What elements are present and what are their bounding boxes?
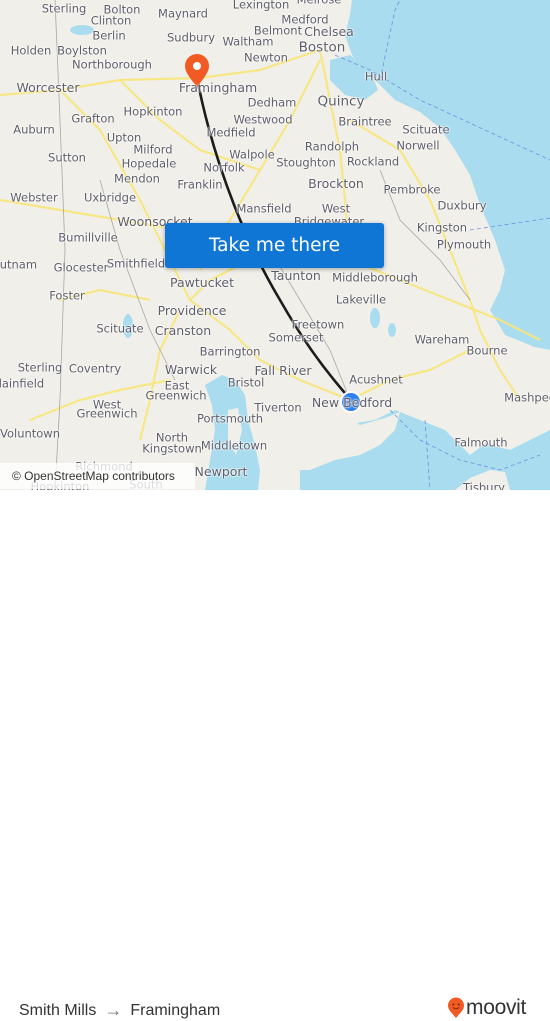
place-label: Medfield: [206, 125, 256, 140]
place-label: Middletown: [200, 438, 268, 453]
place-label: Norfolk: [203, 160, 245, 175]
place-label: Mashpee: [504, 390, 550, 405]
place-label: Franklin: [177, 177, 223, 192]
place-label: Barrington: [199, 344, 261, 359]
moovit-pin-icon: [448, 997, 464, 1018]
route-summary: Smith Mills → Framingham: [19, 1000, 220, 1021]
place-label: Bumillville: [58, 230, 118, 245]
place-label: Plymouth: [436, 237, 492, 252]
place-label: Hopedale: [121, 156, 177, 171]
place-label: Portsmouth: [196, 411, 264, 426]
place-label: Scituate: [96, 321, 144, 336]
place-label: Falmouth: [454, 435, 508, 450]
place-label: Holden: [10, 43, 52, 58]
map[interactable]: SterlingBoltonMaynardLexingtonMelroseCli…: [0, 0, 550, 490]
lake: [370, 308, 380, 328]
place-label: Clinton: [90, 13, 132, 28]
place-label: Brockton: [308, 175, 364, 191]
destination-name: Framingham: [130, 1001, 221, 1019]
place-label: Melrose: [297, 0, 342, 6]
place-label: Somerset: [268, 330, 324, 345]
place-label: Acushnet: [349, 372, 403, 387]
lake: [388, 323, 396, 337]
moovit-logo[interactable]: moovit: [447, 996, 526, 1020]
map-attribution[interactable]: © OpenStreetMap contributors: [0, 463, 195, 489]
place-label: Lakeville: [335, 292, 387, 307]
place-label: Mendon: [114, 171, 160, 186]
place-label: Kingstown: [142, 441, 202, 456]
place-label: Pembroke: [383, 182, 441, 197]
place-label: Chelsea: [304, 23, 354, 39]
place-label: Uxbridge: [83, 190, 137, 205]
place-label: Berlin: [92, 28, 126, 43]
place-label: Stoughton: [276, 155, 336, 170]
moovit-wordmark: moovit: [466, 996, 527, 1019]
place-label: Grafton: [71, 111, 115, 126]
place-label: Sudbury: [166, 30, 216, 45]
place-label: Westwood: [233, 112, 293, 127]
place-label: New Bedford: [311, 394, 393, 410]
place-label: Northborough: [72, 57, 152, 72]
place-label: Sutton: [48, 150, 86, 165]
place-label: Hopkinton: [123, 104, 183, 119]
place-label: Dedham: [247, 95, 297, 110]
arrow-right-icon: →: [104, 1000, 123, 1020]
place-label: Coventry: [68, 361, 122, 376]
place-label: Taunton: [271, 267, 321, 283]
place-label: Providence: [157, 302, 227, 318]
place-label: Braintree: [338, 114, 392, 129]
place-label: Plainfield: [0, 376, 45, 391]
place-label: Warwick: [164, 361, 218, 377]
place-label: Voluntown: [0, 426, 61, 441]
place-label: Cranston: [154, 322, 212, 338]
place-label: Randolph: [304, 139, 360, 154]
place-label: Duxbury: [437, 198, 487, 213]
place-label: Framingham: [178, 79, 258, 95]
place-label: Newport: [194, 463, 248, 479]
place-label: Walpole: [229, 147, 275, 162]
place-label: Scituate: [402, 122, 450, 137]
place-label: Waltham: [222, 34, 274, 49]
footer: Smith Mills → Framingham moovit: [0, 490, 550, 1020]
place-label: Kingston: [416, 220, 468, 235]
place-label: Foster: [49, 288, 85, 303]
place-label: Norwell: [396, 138, 440, 153]
place-label: Bristol: [227, 375, 265, 390]
place-label: Greenwich: [145, 388, 207, 403]
place-label: Sterling: [17, 360, 63, 375]
place-label: Pawtucket: [170, 274, 234, 290]
place-label: Worcester: [16, 79, 80, 95]
place-label: Greenwich: [76, 406, 138, 421]
place-label: Mansfield: [236, 201, 292, 216]
place-label: Sterling: [41, 1, 87, 16]
place-label: Quincy: [317, 93, 365, 110]
place-label: Boylston: [57, 43, 107, 58]
place-label: Glocester: [53, 260, 109, 275]
place-label: Maynard: [158, 6, 208, 21]
place-label: Newton: [244, 50, 288, 65]
place-label: Auburn: [13, 122, 55, 137]
place-label: Milford: [133, 142, 173, 157]
place-label: Bourne: [466, 343, 508, 358]
place-label: Webster: [10, 190, 58, 205]
place-label: Middleborough: [332, 270, 418, 285]
take-me-there-button[interactable]: Take me there: [165, 223, 384, 268]
place-label: West: [321, 201, 351, 216]
place-label: Lexington: [232, 0, 290, 12]
place-label: Putnam: [0, 257, 38, 272]
place-label: Wareham: [414, 332, 470, 347]
place-label: Hull: [364, 69, 388, 84]
place-label: Tisbury: [463, 480, 505, 490]
place-label: Smithfield: [106, 256, 166, 271]
origin-name: Smith Mills: [19, 1001, 97, 1019]
place-label: Boston: [298, 39, 346, 56]
place-label: Freetown: [291, 317, 345, 332]
place-label: Rockland: [346, 154, 400, 169]
